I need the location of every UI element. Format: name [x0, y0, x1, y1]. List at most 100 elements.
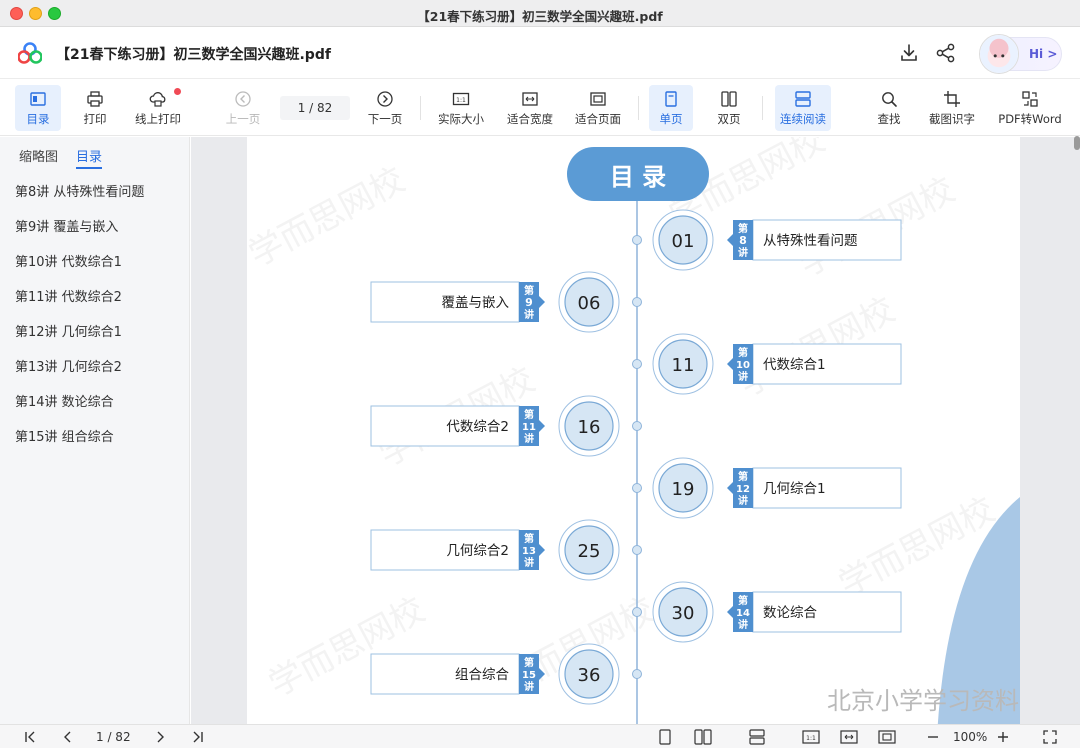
- badge-pointer: [727, 358, 733, 370]
- fit-page-icon[interactable]: [878, 729, 896, 745]
- toc-button-label: 目录: [26, 112, 50, 126]
- prev-page-icon[interactable]: [60, 729, 76, 745]
- badge-top-text: 第: [738, 594, 748, 607]
- badge-top-text: 第: [738, 346, 748, 359]
- toc-item[interactable]: 第10讲 代数综合1: [15, 251, 122, 270]
- timeline-dot: [632, 359, 642, 369]
- convert-icon: [1022, 91, 1038, 107]
- actual-size-button[interactable]: 1:1 实际大小: [433, 85, 489, 131]
- sidebar-tabs: 缩略图 目录: [0, 137, 189, 171]
- document-title: 【21春下练习册】初三数学全国兴趣班.pdf: [56, 47, 331, 63]
- fit-page-button[interactable]: 适合页面: [570, 85, 626, 131]
- last-page-icon[interactable]: [190, 729, 206, 745]
- bottom-bar: 1 / 82 1:1 100%: [0, 724, 1080, 748]
- badge-bottom-text: 讲: [524, 432, 534, 445]
- zoom-in-icon[interactable]: [996, 729, 1010, 745]
- zoom-level[interactable]: 100%: [953, 730, 987, 744]
- badge-lecture-number: 13: [522, 546, 536, 557]
- first-page-icon[interactable]: [22, 729, 38, 745]
- prev-page-button[interactable]: 上一页: [220, 85, 266, 131]
- page-number: 06: [578, 293, 601, 314]
- continuous-read-label: 连续阅读: [780, 112, 826, 126]
- toc-item[interactable]: 第9讲 覆盖与嵌入: [15, 216, 118, 235]
- watermark-text: 学而思网校: [247, 160, 411, 275]
- tab-toc[interactable]: 目录: [76, 146, 102, 165]
- page-number: 11: [672, 355, 695, 376]
- ocr-button[interactable]: 截图识字: [924, 85, 980, 131]
- badge-pointer: [539, 420, 545, 432]
- bottom-page-indicator[interactable]: 1 / 82: [96, 730, 131, 744]
- vertical-scrollbar[interactable]: [1074, 136, 1080, 150]
- fit-width-icon: [522, 92, 538, 106]
- timeline-dot: [632, 545, 642, 555]
- badge-bottom-text: 讲: [738, 246, 748, 259]
- toc-item[interactable]: 第13讲 几何综合2: [15, 356, 122, 375]
- share-icon[interactable]: [935, 42, 957, 64]
- zoom-out-icon[interactable]: [926, 729, 940, 745]
- assistant-avatar: [979, 34, 1019, 74]
- print-button[interactable]: 打印: [72, 85, 118, 131]
- page-number: 25: [578, 541, 601, 562]
- next-page-button[interactable]: 下一页: [362, 85, 408, 131]
- timeline-dot: [632, 607, 642, 617]
- search-button[interactable]: 查找: [866, 85, 912, 131]
- toc-item[interactable]: 第14讲 数论综合: [15, 391, 114, 410]
- fit-width-button[interactable]: 适合宽度: [502, 85, 558, 131]
- search-label: 查找: [877, 112, 901, 126]
- fullscreen-icon[interactable]: [1042, 729, 1058, 745]
- svg-text:1:1: 1:1: [456, 97, 466, 104]
- printer-icon: [87, 91, 103, 107]
- toc-item[interactable]: 第15讲 组合综合: [15, 426, 114, 445]
- page-number: 30: [672, 603, 695, 624]
- continuous-read-icon: [795, 91, 811, 107]
- continuous-read-button[interactable]: 连续阅读: [775, 85, 831, 131]
- pdf-to-word-label: PDF转Word: [998, 112, 1062, 126]
- fit-width-icon[interactable]: [840, 729, 858, 745]
- lecture-title[interactable]: 数论综合: [763, 605, 817, 621]
- sidebar: 缩略图 目录 第8讲 从特殊性看问题 第9讲 覆盖与嵌入 第10讲 代数综合1 …: [0, 137, 190, 724]
- cloud-print-icon: [149, 92, 166, 107]
- document-viewport[interactable]: 学而思网校学而思网校学而思网校学而思网校学而思网校学而思网校学而思网校学而思网校…: [191, 137, 1080, 724]
- double-page-label: 双页: [717, 112, 741, 126]
- badge-pointer: [539, 296, 545, 308]
- lecture-title[interactable]: 代数综合2: [446, 419, 509, 435]
- actual-size-icon[interactable]: 1:1: [802, 729, 820, 745]
- continuous-read-icon[interactable]: [748, 729, 766, 745]
- lecture-title[interactable]: 从特殊性看问题: [763, 233, 858, 249]
- lecture-title[interactable]: 覆盖与嵌入: [442, 295, 510, 311]
- print-button-label: 打印: [83, 112, 107, 126]
- toc-button[interactable]: 目录: [15, 85, 61, 131]
- timeline-dot: [632, 235, 642, 245]
- title-bar: 【21春下练习册】初三数学全国兴趣班.pdf: [0, 0, 1080, 27]
- lecture-title[interactable]: 几何综合2: [446, 543, 509, 559]
- timeline-dot: [632, 669, 642, 679]
- lecture-title[interactable]: 组合综合: [455, 667, 509, 683]
- page-number: 01: [672, 231, 695, 252]
- pdf-to-word-button[interactable]: PDF转Word: [994, 85, 1066, 131]
- tab-thumbnails[interactable]: 缩略图: [19, 146, 58, 165]
- page-number-input[interactable]: 1 / 82: [280, 96, 350, 120]
- badge-pointer: [727, 606, 733, 618]
- toolbar-divider: [638, 96, 639, 120]
- assistant-hi-button[interactable]: Hi >: [979, 34, 1062, 74]
- window-title: 【21春下练习册】初三数学全国兴趣班.pdf: [417, 9, 663, 24]
- lecture-title[interactable]: 几何综合1: [763, 481, 826, 497]
- double-page-icon[interactable]: [694, 729, 712, 745]
- app-header: 【21春下练习册】初三数学全国兴趣班.pdf Hi >: [0, 27, 1080, 79]
- toc-item[interactable]: 第12讲 几何综合1: [15, 321, 122, 340]
- badge-lecture-number: 8: [739, 234, 747, 247]
- single-page-button[interactable]: 单页: [649, 85, 693, 131]
- prev-page-label: 上一页: [225, 112, 261, 126]
- single-page-label: 单页: [659, 112, 683, 126]
- download-icon[interactable]: [898, 42, 920, 64]
- screenshot-crop-icon: [944, 91, 960, 107]
- toc-item[interactable]: 第11讲 代数综合2: [15, 286, 122, 305]
- lecture-title[interactable]: 代数综合1: [763, 357, 826, 373]
- single-page-icon[interactable]: [658, 729, 672, 745]
- ocr-label: 截图识字: [929, 112, 975, 126]
- badge-bottom-text: 讲: [524, 308, 534, 321]
- toc-item[interactable]: 第8讲 从特殊性看问题: [15, 181, 144, 200]
- timeline-dot: [632, 421, 642, 431]
- next-page-icon[interactable]: [152, 729, 168, 745]
- double-page-button[interactable]: 双页: [707, 85, 751, 131]
